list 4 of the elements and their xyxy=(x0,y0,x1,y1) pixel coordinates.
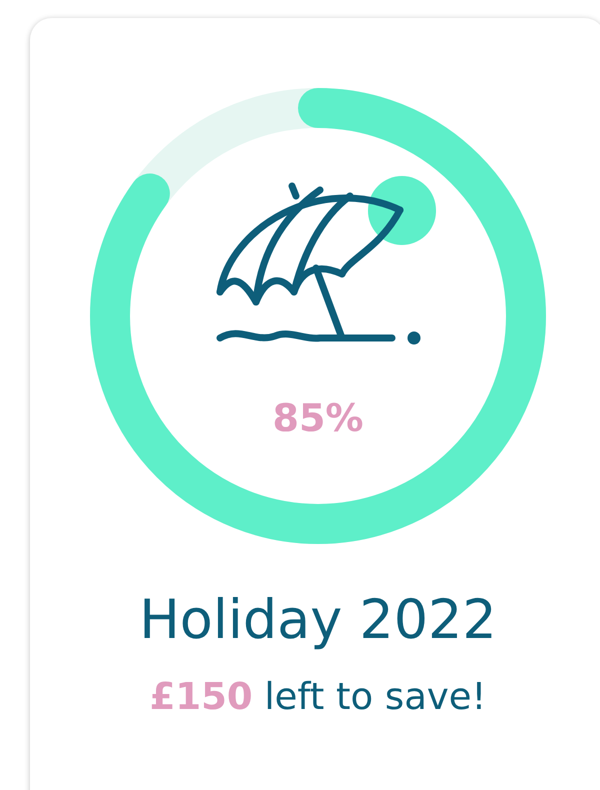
beach-umbrella-icon xyxy=(216,176,436,344)
goal-title: Holiday 2022 xyxy=(139,588,497,651)
progress-percentage: 85% xyxy=(272,396,364,440)
remaining-amount-text: £150 left to save! xyxy=(150,675,486,718)
